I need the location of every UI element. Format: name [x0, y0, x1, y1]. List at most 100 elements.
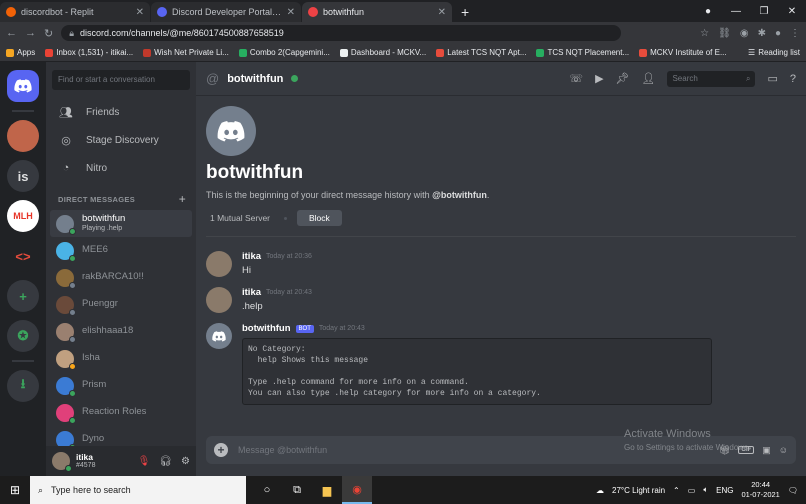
server-icon[interactable] — [7, 120, 39, 152]
status-dot — [69, 227, 76, 235]
explore-icon[interactable]: ✪ — [7, 320, 39, 352]
bookmark[interactable]: MCKV Institute of E... — [639, 48, 727, 57]
divider — [12, 110, 34, 112]
nav-stage-discovery[interactable]: ◎ Stage Discovery — [46, 126, 196, 154]
gear-icon[interactable]: ⚙ — [181, 456, 190, 467]
url-field[interactable]: 🔒︎ discord.com/channels/@me/8601745008876… — [61, 25, 622, 41]
taskbar-search-input[interactable]: ⌕ Type here to search — [30, 476, 246, 504]
discord-logo-icon — [217, 120, 245, 142]
bookmark[interactable]: Inbox (1,531) - itikai... — [45, 48, 133, 57]
nav-nitro[interactable]: ◔ Nitro — [46, 154, 196, 182]
avatar[interactable]: ● — [775, 28, 781, 39]
search-input[interactable]: Search ⌕ — [667, 70, 756, 87]
mutual-servers-link[interactable]: 1 Mutual Server — [206, 210, 274, 226]
task-view-icon[interactable]: ⧉ — [282, 476, 312, 504]
bookmark-icon — [639, 48, 648, 57]
extension-icon[interactable]: ◉ — [740, 28, 749, 39]
puzzle-icon[interactable]: ✱ — [758, 28, 766, 39]
dm-item[interactable]: Isha — [50, 345, 192, 372]
cortana-icon[interactable]: ○ — [252, 476, 282, 504]
back-icon[interactable]: ← — [6, 27, 17, 39]
tab-label: Discord Developer Portal — My A — [172, 7, 282, 17]
dm-item[interactable]: Reaction Roles — [50, 399, 192, 426]
maximize-icon[interactable]: ❐ — [750, 6, 778, 17]
forward-icon[interactable]: → — [25, 27, 36, 39]
block-button[interactable]: Block — [297, 210, 342, 226]
bookmark[interactable]: Dashboard - MCKV... — [339, 48, 426, 57]
server-mlh[interactable]: MLH — [7, 200, 39, 232]
browser-tab-active[interactable]: botwithfun ✕ — [302, 2, 452, 22]
notifications-icon[interactable]: 🗨︎ — [788, 486, 798, 495]
find-conversation-input[interactable]: Find or start a conversation — [52, 70, 190, 90]
attach-button[interactable]: + — [214, 443, 228, 457]
windows-start-icon[interactable]: ⊞ — [0, 476, 30, 504]
close-icon[interactable]: ✕ — [438, 7, 446, 18]
bookmark-icon — [339, 48, 348, 57]
add-server-button[interactable]: + — [7, 280, 39, 312]
video-icon[interactable]: ▶ — [595, 72, 603, 85]
close-window-icon[interactable]: ✕ — [778, 6, 806, 17]
bookmark[interactable]: TCS NQT Placement... — [536, 48, 629, 57]
nav-friends[interactable]: 👥︎ Friends — [46, 98, 196, 126]
intro-handle: @botwithfun — [432, 190, 487, 200]
create-dm-button[interactable]: + — [179, 192, 186, 206]
file-explorer-icon[interactable]: ▆ — [312, 476, 342, 504]
help-icon[interactable]: ? — [790, 73, 796, 85]
message-author[interactable]: botwithfun — [242, 323, 291, 334]
chrome-icon[interactable]: ◉ — [342, 476, 372, 504]
bookmark-label: Latest TCS NQT Apt... — [447, 48, 527, 57]
call-icon[interactable]: ☏ — [569, 72, 583, 85]
dm-list: botwithfun Playing .help MEE6 rakBARCA10!! P… — [46, 210, 196, 453]
stage-icon: ◎ — [61, 134, 71, 147]
emoji-icon[interactable]: ☺ — [779, 445, 788, 455]
star-icon[interactable]: ☆ — [700, 28, 709, 39]
language-indicator[interactable]: ENG — [716, 486, 733, 495]
dm-text: Prism — [82, 379, 106, 390]
server-is[interactable]: is — [7, 160, 39, 192]
volume-icon[interactable]: 🔈︎ — [703, 485, 708, 495]
home-button[interactable] — [7, 70, 39, 102]
clock[interactable]: 20:44 01-07-2021 — [741, 480, 779, 500]
link-icon[interactable]: ⛓ — [718, 28, 731, 39]
add-friend-icon[interactable]: 👤︎ — [642, 72, 656, 85]
pin-icon[interactable]: 📌︎ — [616, 72, 630, 85]
message-text: Hi — [242, 265, 251, 276]
inbox-icon[interactable]: ▭ — [767, 72, 777, 85]
dm-item[interactable]: MEE6 — [50, 237, 192, 264]
server-code-icon[interactable]: <> — [7, 240, 39, 272]
dm-item[interactable]: elishhaaa18 — [50, 318, 192, 345]
bookmark[interactable]: Latest TCS NQT Apt... — [436, 48, 526, 57]
weather-text[interactable]: 27°C Light rain — [612, 486, 665, 495]
message: botwithfun BOT Today at 20:43 No Category:… — [206, 323, 796, 405]
bookmark[interactable]: Combo 2(Capgemini... — [238, 48, 330, 57]
bookmark-apps[interactable]: Apps — [6, 48, 35, 57]
message-author[interactable]: itika — [242, 251, 261, 262]
avatar[interactable] — [52, 452, 72, 472]
menu-icon[interactable]: ⋮ — [790, 28, 800, 39]
browser-tab[interactable]: Discord Developer Portal — My A ✕ — [151, 2, 301, 22]
message-author[interactable]: itika — [242, 287, 261, 298]
dm-item[interactable]: botwithfun Playing .help — [50, 210, 192, 237]
mic-muted-icon[interactable]: 🎙︎ — [138, 456, 151, 467]
headphones-icon[interactable]: 🎧︎ — [159, 456, 172, 467]
browser-tab[interactable]: discordbot - Replit ✕ — [0, 2, 150, 22]
chevron-up-icon[interactable]: ⌃ — [673, 486, 680, 495]
sticker-icon[interactable]: ▣ — [762, 445, 771, 456]
dm-name: rakBARCA10!! — [82, 271, 144, 283]
close-icon[interactable]: ✕ — [287, 7, 295, 18]
avatar[interactable] — [206, 251, 232, 277]
reload-icon[interactable]: ↻ — [44, 27, 53, 40]
download-icon[interactable]: ⭳ — [7, 370, 39, 402]
new-tab-button[interactable]: + — [453, 2, 477, 22]
bookmark[interactable]: Wish Net Private Li... — [143, 48, 229, 57]
reading-list[interactable]: ☰ Reading list — [748, 48, 800, 57]
profile-icon[interactable]: ● — [694, 6, 722, 17]
dm-item[interactable]: rakBARCA10!! — [50, 264, 192, 291]
minimize-icon[interactable]: — — [722, 6, 750, 17]
dm-item[interactable]: Puengɡr — [50, 291, 192, 318]
avatar[interactable] — [206, 323, 232, 349]
network-icon[interactable]: ▭ — [688, 486, 696, 495]
dm-item[interactable]: Prism — [50, 372, 192, 399]
close-icon[interactable]: ✕ — [136, 7, 144, 18]
avatar[interactable] — [206, 287, 232, 313]
